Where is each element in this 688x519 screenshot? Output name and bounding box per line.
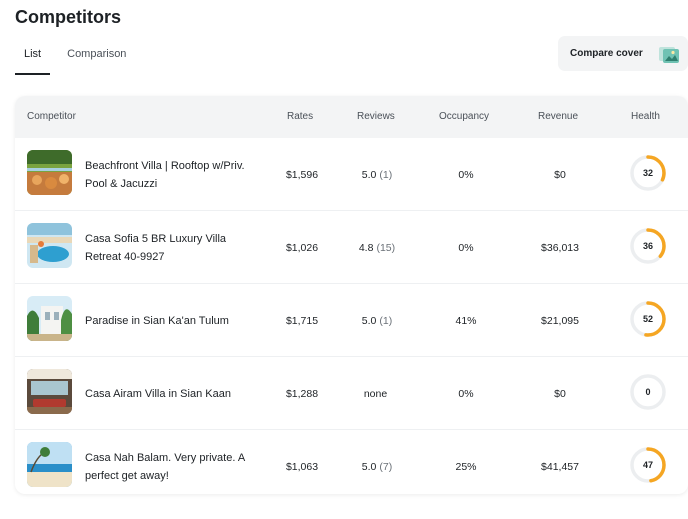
reviews-cell: 4.8 (15) — [347, 211, 407, 284]
rate-cell: $1,715 — [285, 314, 319, 327]
health-score: 32 — [642, 168, 653, 178]
reviews-score: 5.0 — [361, 314, 377, 327]
revenue-cell: $36,013 — [541, 241, 579, 254]
table-row[interactable]: Paradise in Sian Ka'an Tulum $1,715 5.0(… — [15, 284, 688, 357]
reviews-count: (15) — [376, 241, 396, 254]
rate-cell: $1,026 — [285, 241, 319, 254]
revenue-cell: $0 — [554, 387, 566, 400]
table-row[interactable]: Casa Nah Balam. Very private. A perfect … — [15, 430, 688, 494]
revenue-cell: $0 — [554, 168, 566, 181]
table-header: Competitor Rates Reviews Occupancy Reven… — [15, 96, 688, 138]
view-tabs: List Comparison — [15, 44, 143, 75]
health-score: 52 — [642, 314, 653, 324]
reviews-score: none — [363, 387, 388, 400]
reviews-score: 4.8 — [358, 241, 374, 254]
rate-cell: $1,596 — [285, 168, 319, 181]
listing-thumbnail — [27, 442, 72, 487]
tab-list[interactable]: List — [15, 44, 51, 75]
occupancy-cell: 0% — [458, 168, 474, 181]
reviews-cell: none — [347, 357, 407, 430]
competitor-name[interactable]: Paradise in Sian Ka'an Tulum — [85, 284, 265, 357]
reviews-score: 5.0 — [361, 168, 377, 181]
cover-image-icon — [659, 47, 679, 63]
occupancy-cell: 41% — [455, 314, 477, 327]
health-score: 47 — [642, 460, 653, 470]
header-occupancy: Occupancy — [439, 111, 490, 122]
header-competitor: Competitor — [27, 111, 76, 122]
reviews-count: (1) — [379, 168, 393, 181]
table-row[interactable]: Beachfront Villa | Rooftop w/Priv. Pool … — [15, 138, 688, 211]
occupancy-cell: 0% — [458, 387, 474, 400]
health-score: 36 — [642, 241, 653, 251]
competitors-table: Competitor Rates Reviews Occupancy Reven… — [15, 96, 688, 494]
rate-cell: $1,288 — [285, 387, 319, 400]
listing-thumbnail — [27, 223, 72, 268]
reviews-score: 5.0 — [361, 460, 377, 473]
listing-thumbnail — [27, 150, 72, 195]
header-reviews: Reviews — [357, 111, 395, 122]
listing-thumbnail — [27, 296, 72, 341]
reviews-count: (7) — [379, 460, 393, 473]
competitor-name[interactable]: Casa Nah Balam. Very private. A perfect … — [85, 430, 265, 494]
revenue-cell: $41,457 — [541, 460, 579, 473]
competitor-name[interactable]: Beachfront Villa | Rooftop w/Priv. Pool … — [85, 138, 265, 211]
compare-cover-button[interactable]: Compare cover — [558, 36, 688, 71]
competitor-name[interactable]: Casa Airam Villa in Sian Kaan — [85, 357, 265, 430]
occupancy-cell: 0% — [458, 241, 474, 254]
occupancy-cell: 25% — [455, 460, 477, 473]
reviews-cell: 5.0 (7) — [347, 430, 407, 494]
rate-cell: $1,063 — [285, 460, 319, 473]
table-row[interactable]: Casa Sofia 5 BR Luxury Villa Retreat 40-… — [15, 211, 688, 284]
revenue-cell: $21,095 — [541, 314, 579, 327]
header-health: Health — [631, 111, 660, 122]
tab-comparison[interactable]: Comparison — [58, 44, 135, 75]
header-rates: Rates — [287, 111, 314, 122]
reviews-cell: 5.0 (1) — [347, 284, 407, 357]
compare-cover-label: Compare cover — [570, 48, 643, 59]
reviews-cell: 5.0 (1) — [347, 138, 407, 211]
health-score: 0 — [645, 387, 651, 397]
page-title: Competitors — [15, 7, 122, 27]
listing-thumbnail — [27, 369, 72, 414]
competitor-name[interactable]: Casa Sofia 5 BR Luxury Villa Retreat 40-… — [85, 211, 265, 284]
table-row[interactable]: Casa Airam Villa in Sian Kaan $1,288 non… — [15, 357, 688, 430]
header-revenue: Revenue — [538, 111, 579, 122]
reviews-count: (1) — [379, 314, 393, 327]
